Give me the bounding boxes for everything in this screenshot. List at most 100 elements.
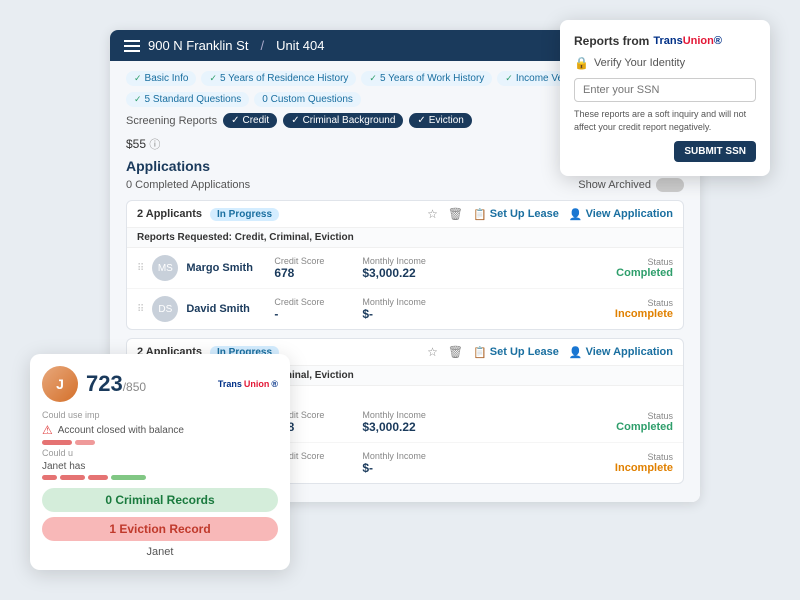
person-icon: 👤 [569, 346, 583, 359]
score-block: 723/850 [86, 371, 146, 397]
tag-eviction: ✓ Eviction [409, 113, 471, 128]
hamburger-menu[interactable] [124, 40, 140, 52]
applicant-row-1-2: ⠿ DS David Smith Credit Score - Monthly … [127, 289, 683, 329]
breadcrumb-separator: / [260, 38, 264, 53]
income-group-1-1: Monthly Income $3,000.22 [362, 256, 442, 280]
income-label: Monthly Income [362, 410, 442, 420]
tenant-avatar: J [42, 366, 78, 402]
tenant-name: Janet [42, 546, 278, 558]
archived-toggle[interactable] [656, 178, 684, 192]
income-value-1-2: $- [362, 307, 442, 321]
screening-label: Screening Reports [126, 115, 217, 127]
drag-handle[interactable]: ⠿ [137, 304, 144, 315]
note-text-2: Janet has [42, 461, 85, 472]
bar-seg-2-green [111, 475, 146, 480]
avatar-1-1: MS [152, 255, 178, 281]
tag-residence: ✓ 5 Years of Residence History [201, 71, 356, 86]
card-actions-1: ☆ 🗑 📋 Set Up Lease 👤 View Application [427, 207, 673, 221]
notes-section: Could use imp ⚠ Account closed with bala… [42, 410, 278, 480]
star-icon[interactable]: ☆ [427, 345, 438, 359]
income-value-1-1: $3,000.22 [362, 266, 442, 280]
submit-ssn-button[interactable]: SUBMIT SSN [674, 141, 756, 162]
bar-row-1 [42, 440, 278, 445]
lease-icon: 📋 [473, 346, 487, 359]
show-archived: Show Archived [578, 178, 684, 192]
bar-seg-2-red [42, 475, 57, 480]
status-value-1-1: Completed [616, 267, 673, 279]
soft-inquiry-note: These reports are a soft inquiry and wil… [574, 108, 756, 133]
bar-seg-lightred [75, 440, 95, 445]
credit-score-group-1-1: Credit Score 678 [274, 256, 354, 280]
warning-icon: ⚠ [42, 423, 53, 437]
status-label: Status [616, 257, 673, 267]
section-title: Applications [126, 158, 210, 174]
trash-icon[interactable]: 🗑 [448, 207, 463, 221]
status-value-1-2: Incomplete [615, 308, 673, 320]
check-icon: ✓ [134, 94, 142, 105]
check-icon: ✓ [209, 73, 217, 84]
income-label: Monthly Income [362, 256, 442, 266]
applicant-name-1-1: Margo Smith [186, 262, 266, 274]
check-icon: ✓ [369, 73, 377, 84]
person-icon: 👤 [569, 208, 583, 221]
avatar-1-2: DS [152, 296, 178, 322]
tag-credit: ✓ Credit [223, 113, 277, 128]
lease-icon: 📋 [473, 208, 487, 221]
set-up-lease-link-2[interactable]: 📋 Set Up Lease [473, 346, 559, 359]
income-group-2-2: Monthly Income $- [362, 451, 442, 475]
card-actions-2: ☆ 🗑 📋 Set Up Lease 👤 View Application [427, 345, 673, 359]
applicant-name-1-2: David Smith [186, 303, 266, 315]
credit-score-value-1-1: 678 [274, 266, 354, 280]
tag-criminal: ✓ Criminal Background [283, 113, 403, 128]
tenant-header: J 723/850 TransUnion® [42, 366, 278, 402]
view-application-link-1[interactable]: 👤 View Application [569, 208, 673, 221]
tag-standard: ✓ 5 Standard Questions [126, 92, 249, 107]
trash-icon[interactable]: 🗑 [448, 345, 463, 359]
set-up-lease-link-1[interactable]: 📋 Set Up Lease [473, 208, 559, 221]
price-value: $55 [126, 137, 146, 151]
view-application-link-2[interactable]: 👤 View Application [569, 346, 673, 359]
applicant-row-1-1: ⠿ MS Margo Smith Credit Score 678 Monthl… [127, 248, 683, 289]
income-label: Monthly Income [362, 297, 442, 307]
lock-icon: 🔒 [574, 56, 589, 70]
status-group-2-2: Status Incomplete [615, 452, 673, 474]
status-value-2-2: Incomplete [615, 462, 673, 474]
status-badge-1: In Progress [210, 208, 279, 221]
credit-score-group-1-2: Credit Score - [274, 297, 354, 321]
reports-requested-1: Reports Requested: Credit, Criminal, Evi… [127, 228, 683, 248]
bar-seg-2-red3 [88, 475, 108, 480]
status-value-2-1: Completed [616, 421, 673, 433]
criminal-records-badge: 0 Criminal Records [42, 488, 278, 512]
status-group-1-1: Status Completed [616, 257, 673, 279]
reports-panel-title: Reports from TransUnion® [574, 34, 756, 48]
bar-seg-red [42, 440, 72, 445]
income-value-2-1: $3,000.22 [362, 420, 442, 434]
ssn-input[interactable] [574, 78, 756, 102]
could-use-1: Could use imp [42, 410, 278, 420]
star-icon[interactable]: ☆ [427, 207, 438, 221]
unit-text: Unit 404 [276, 38, 324, 53]
tu-small-logo: TransUnion® [218, 379, 278, 389]
tag-basic-info: ✓ Basic Info [126, 71, 196, 86]
completed-row: 0 Completed Applications Show Archived [126, 178, 684, 192]
tenant-score: 723 [86, 371, 123, 396]
drag-handle[interactable]: ⠿ [137, 263, 144, 274]
tag-work: ✓ 5 Years of Work History [361, 71, 492, 86]
app-card-1: 2 Applicants In Progress ☆ 🗑 📋 Set Up Le… [126, 200, 684, 330]
app-card-1-header: 2 Applicants In Progress ☆ 🗑 📋 Set Up Le… [127, 201, 683, 228]
credit-score-label: Credit Score [274, 297, 354, 307]
tag-custom: 0 Custom Questions [254, 92, 361, 107]
verify-row: 🔒 Verify Your Identity [574, 56, 756, 70]
address-text: 900 N Franklin St [148, 38, 248, 53]
reports-panel: Reports from TransUnion® 🔒 Verify Your I… [560, 20, 770, 176]
income-group-2-1: Monthly Income $3,000.22 [362, 410, 442, 434]
tenant-card: J 723/850 TransUnion® Could use imp ⚠ Ac… [30, 354, 290, 570]
bar-seg-2-red2 [60, 475, 85, 480]
credit-score-value-1-2: - [274, 307, 354, 321]
check-icon: ✓ [505, 73, 513, 84]
income-group-1-2: Monthly Income $- [362, 297, 442, 321]
bar-row-2 [42, 475, 278, 480]
note-item-2: Janet has [42, 461, 278, 472]
status-group-1-2: Status Incomplete [615, 298, 673, 320]
transunion-logo: TransUnion® [653, 35, 722, 47]
